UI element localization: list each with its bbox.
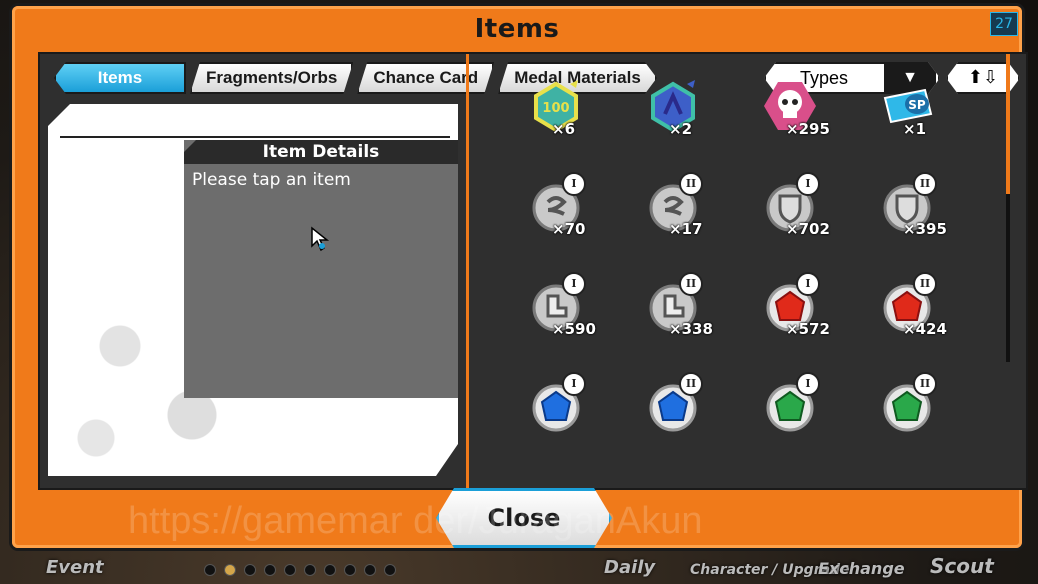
grade-badge: I <box>796 272 820 296</box>
item-quantity: ×572 <box>786 320 830 338</box>
item-quantity: ×424 <box>903 320 947 338</box>
page-dot <box>284 564 296 576</box>
item-quantity: ×70 <box>552 220 586 238</box>
item-cell[interactable]: 100 ×6 <box>492 72 609 142</box>
item-quantity: ×2 <box>669 120 693 138</box>
items-dialog: Items 27 Items Fragments/Orbs Chance Car… <box>12 6 1028 548</box>
svg-text:SP: SP <box>908 98 926 112</box>
dialog-title: Items <box>474 14 560 44</box>
nav-event[interactable]: Event <box>46 557 104 578</box>
divider-line <box>60 136 450 138</box>
item-quantity: ×1 <box>903 120 927 138</box>
item-details-box: Item Details Please tap an item <box>184 140 458 398</box>
item-cell[interactable]: ×2 <box>609 72 726 142</box>
item-cell[interactable]: SP ×1 <box>843 72 960 142</box>
watermark-text: https://gamemar der/JuraganAkun <box>128 500 703 542</box>
grade-badge: I <box>562 172 586 196</box>
item-cell[interactable]: ×295 <box>726 72 843 142</box>
grade-badge: II <box>679 272 703 296</box>
item-quantity: ×590 <box>552 320 596 338</box>
page-dot <box>384 564 396 576</box>
grade-badge: I <box>562 372 586 396</box>
nav-scout[interactable]: Scout <box>930 554 994 578</box>
item-cell[interactable]: I ×70 <box>492 172 609 242</box>
item-quantity: ×702 <box>786 220 830 238</box>
item-details-text: Please tap an item <box>192 170 351 190</box>
item-quantity: ×17 <box>669 220 703 238</box>
grade-badge: II <box>679 172 703 196</box>
item-cell[interactable]: II ×395 <box>843 172 960 242</box>
tab-items[interactable]: Items <box>54 62 186 94</box>
grade-badge: I <box>796 172 820 196</box>
item-cell[interactable]: II ×338 <box>609 272 726 342</box>
item-quantity: ×6 <box>552 120 576 138</box>
bottom-nav: Event Daily Character / Upgrade Exchange… <box>0 548 1038 584</box>
page-dot <box>364 564 376 576</box>
page-dot <box>304 564 316 576</box>
grade-badge: I <box>796 372 820 396</box>
item-cell[interactable]: II <box>843 372 960 442</box>
item-details-title: Item Details <box>184 140 458 164</box>
item-cell[interactable]: II ×424 <box>843 272 960 342</box>
item-cell[interactable]: II ×17 <box>609 172 726 242</box>
page-dot <box>224 564 236 576</box>
svg-text:100: 100 <box>542 101 569 116</box>
tab-fragments-orbs[interactable]: Fragments/Orbs <box>190 62 353 94</box>
item-cell[interactable]: I ×572 <box>726 272 843 342</box>
tab-chance-card[interactable]: Chance Card <box>357 62 494 94</box>
grade-badge: II <box>913 272 937 296</box>
item-preview-panel: Item Details Please tap an item <box>48 104 458 476</box>
dialog-body: Items Fragments/Orbs Chance Card Medal M… <box>38 52 1028 490</box>
item-cell[interactable]: I ×590 <box>492 272 609 342</box>
page-dot <box>244 564 256 576</box>
grade-badge: II <box>913 372 937 396</box>
counter-badge: 27 <box>990 12 1018 36</box>
page-dot <box>264 564 276 576</box>
grade-badge: II <box>913 172 937 196</box>
grade-badge: II <box>679 372 703 396</box>
nav-daily[interactable]: Daily <box>604 557 655 578</box>
panel-divider <box>466 54 469 488</box>
item-quantity: ×295 <box>786 120 830 138</box>
item-cell[interactable]: I ×702 <box>726 172 843 242</box>
page-dot <box>344 564 356 576</box>
item-cell[interactable]: I <box>492 372 609 442</box>
item-grid: 100 ×6 ×2 ×295 SP ×1 I ×70 II ×17 I ×702… <box>492 72 992 442</box>
item-quantity: ×338 <box>669 320 713 338</box>
page-dot <box>324 564 336 576</box>
scrollbar-thumb[interactable] <box>1006 54 1010 194</box>
nav-exchange[interactable]: Exchange <box>818 559 905 578</box>
item-cell[interactable]: I <box>726 372 843 442</box>
page-dot <box>204 564 216 576</box>
item-quantity: ×395 <box>903 220 947 238</box>
grade-badge: I <box>562 272 586 296</box>
mouse-pointer-icon <box>311 226 330 252</box>
page-dots <box>204 564 396 576</box>
item-cell[interactable]: II <box>609 372 726 442</box>
